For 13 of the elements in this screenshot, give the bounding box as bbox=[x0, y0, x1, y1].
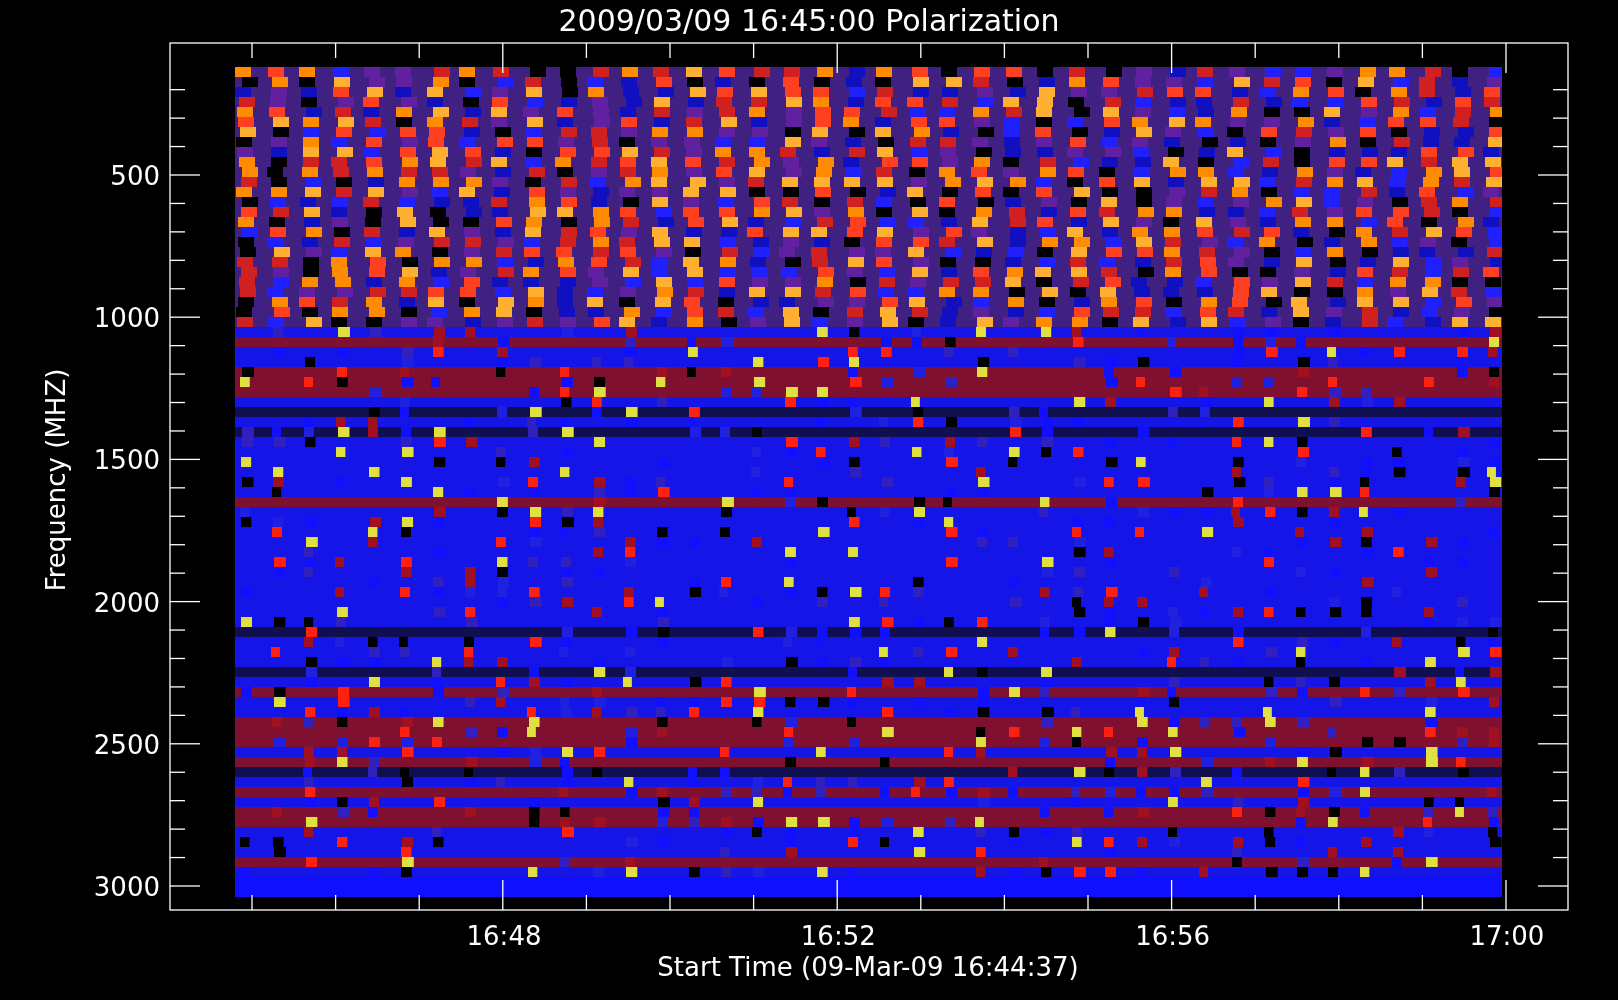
y-axis-label: Frequency (MHZ) bbox=[41, 368, 71, 592]
y-tick-label: 1500 bbox=[93, 445, 160, 476]
y-tick-label: 2500 bbox=[93, 729, 160, 760]
y-tick-label: 3000 bbox=[93, 872, 160, 902]
y-tick-label: 500 bbox=[110, 161, 160, 191]
x-axis-label: Start Time (09-Mar-09 16:44:37) bbox=[657, 952, 1079, 982]
x-tick-label: 17:00 bbox=[1469, 921, 1545, 951]
y-tick-label: 1000 bbox=[93, 303, 160, 334]
plot-title: 2009/03/09 16:45:00 Polarization bbox=[558, 3, 1060, 38]
x-tick-label: 16:56 bbox=[1135, 921, 1211, 951]
x-tick-label: 16:52 bbox=[800, 921, 876, 951]
y-tick-label: 2000 bbox=[93, 587, 160, 618]
x-tick-label: 16:48 bbox=[466, 921, 542, 951]
